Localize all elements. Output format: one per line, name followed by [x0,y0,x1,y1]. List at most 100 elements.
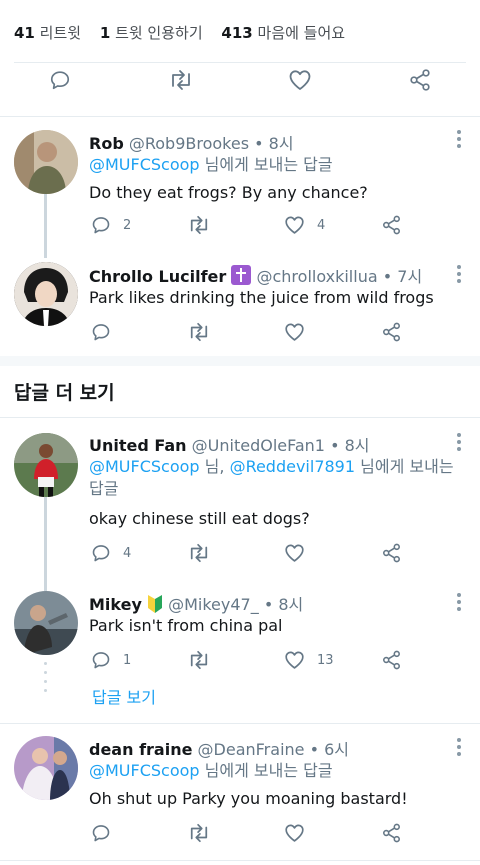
tweet-header: Rob @Rob9Brookes • 8시 [89,130,294,154]
retweet-icon [190,650,208,670]
heart-icon [285,824,304,842]
reply-count: 1 [123,652,132,668]
replying-to-label: 님에게 보내는 답글 [199,761,333,780]
retweet-icon [190,322,208,342]
tweet-header: Mikey @Mikey47_ • 8시 [89,591,303,615]
tweet-header: United Fan @UnitedOleFan1 • 8시 [89,432,370,456]
display-name[interactable]: dean fraine [89,740,192,759]
share-icon [383,650,400,670]
retweets-label[interactable]: 리트윗 [40,24,81,42]
reply-button[interactable] [91,823,111,843]
tweet-action-bar: 2 4 [0,215,480,255]
retweet-button[interactable] [187,215,211,235]
view-replies-link[interactable]: 답글 보기 [92,684,156,708]
reply-button[interactable]: 4 [91,543,131,563]
avatar-mikey[interactable] [14,591,78,655]
share-icon [383,543,400,563]
like-button[interactable]: 4 [284,215,325,235]
share-button[interactable] [381,823,402,843]
like-count: 4 [317,217,326,233]
avatar-image [14,591,78,655]
share-icon [410,69,430,91]
divider [0,860,480,861]
reply-icon [92,324,110,341]
quotes-label[interactable]: 트윗 인용하기 [115,24,203,42]
display-name[interactable]: United Fan [89,436,187,455]
mention-link[interactable]: @MUFCScoop [89,457,200,476]
heart-icon [285,323,304,341]
replying-to: @MUFCScoop 님, @Reddevil7891 님에게 보내는 답글 [89,456,459,500]
divider [0,116,480,117]
timestamp: • 8시 [254,134,294,153]
reply-icon [92,652,110,669]
timestamp: • 7시 [382,267,423,286]
mention-link[interactable]: @Reddevil7891 [230,457,355,476]
more-options-icon[interactable] [456,130,462,151]
divider [0,417,480,418]
heart-icon [285,544,304,562]
share-button[interactable] [408,69,432,91]
handle[interactable]: @Mikey47_ [168,595,259,614]
share-button[interactable] [381,322,402,342]
mention-link[interactable]: @MUFCScoop [89,761,200,780]
avatar-rob[interactable] [14,130,78,194]
more-options-icon[interactable] [456,265,462,286]
heart-icon [285,216,304,234]
retweet-button[interactable] [187,823,211,843]
like-button[interactable] [284,823,305,843]
like-button[interactable]: 13 [284,650,334,670]
retweet-button[interactable] [187,543,211,563]
retweet-button[interactable] [187,322,211,342]
retweet-button[interactable] [168,69,194,91]
tweet-action-bar: 1 13 [0,650,480,690]
handle[interactable]: @chrolloxkillua [256,267,377,286]
retweet-button[interactable] [187,650,211,670]
heart-icon [285,651,304,669]
handle[interactable]: @DeanFraine [198,740,305,759]
share-button[interactable] [381,650,402,670]
divider [0,723,480,724]
avatar-image [14,262,78,326]
more-options-icon[interactable] [456,593,462,614]
display-name[interactable]: Rob [89,134,124,153]
handle[interactable]: @Rob9Brookes [129,134,249,153]
share-icon [383,322,400,342]
share-button[interactable] [381,215,402,235]
reply-count: 2 [123,217,132,233]
likes-count: 413 [221,24,253,42]
share-icon [383,823,400,843]
replying-to: @MUFCScoop 님에게 보내는 답글 [89,154,459,176]
share-button[interactable] [381,543,402,563]
handle[interactable]: @UnitedOleFan1 [192,436,325,455]
tweet-text: okay chinese still eat dogs? [89,509,310,528]
avatar-chrollo[interactable] [14,262,78,326]
reply-icon [50,71,70,90]
reply-button[interactable]: 2 [91,215,131,235]
timestamp: • 8시 [330,436,370,455]
reply-button[interactable]: 1 [91,650,131,670]
retweet-icon [190,543,208,563]
avatar-image [14,433,78,497]
quotes-count: 1 [99,24,111,42]
timestamp: • 8시 [263,595,304,614]
cross-emoji-icon [231,265,252,285]
reply-button[interactable] [49,69,71,91]
mention-link[interactable]: @MUFCScoop [89,155,200,174]
display-name[interactable]: Chrollo Lucilfer [89,267,226,286]
replying-to: @MUFCScoop 님에게 보내는 답글 [89,760,459,782]
more-replies-heading: 답글 더 보기 [14,382,115,404]
like-button[interactable] [284,543,305,563]
more-options-icon[interactable] [456,738,462,759]
more-options-icon[interactable] [456,433,462,454]
reply-button[interactable] [91,322,111,342]
avatar-dean-fraine[interactable] [14,736,78,800]
retweets-count: 41 [14,24,35,42]
tweet-text: Park isn't from china pal [89,616,283,635]
divider [14,62,466,63]
retweet-icon [190,823,208,843]
likes-label[interactable]: 마음에 들어요 [258,24,346,42]
avatar-united-fan[interactable] [14,433,78,497]
like-button[interactable] [288,69,312,91]
like-button[interactable] [284,322,305,342]
display-name[interactable]: Mikey [89,595,142,614]
